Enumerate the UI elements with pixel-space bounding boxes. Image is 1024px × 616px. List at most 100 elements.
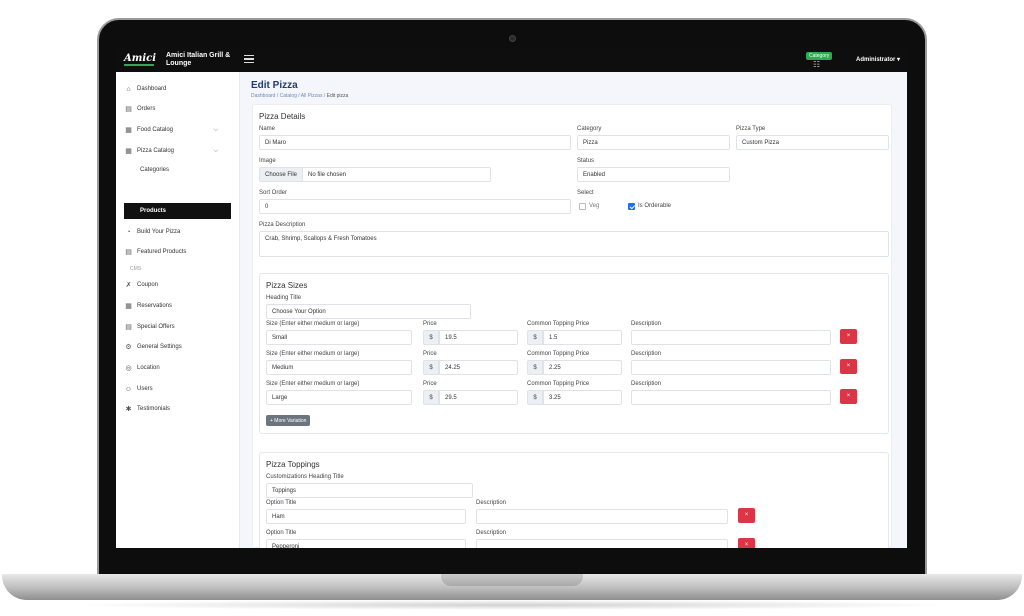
price-input-small[interactable]: 19.5 [439,330,518,345]
grid-icon: ▦ [125,148,132,155]
topping-price-label: Common Topping Price [527,351,590,357]
price-input-large[interactable]: 29.5 [439,390,518,405]
sidebar-item-coupon[interactable]: ✗ Coupon [124,278,158,292]
top-bar: Amici Amici Italian Grill & Lounge Categ… [116,48,907,72]
size-description-input-large[interactable] [631,390,831,405]
sidebar-item-featured-products[interactable]: ▤ Featured Products [124,245,186,259]
option-title-input-pepperoni[interactable]: Pepperoni [266,539,466,548]
orderable-checkbox[interactable] [628,203,635,210]
sidebar-item-users[interactable]: ☺ Users [124,382,153,396]
user-menu[interactable]: Administrator ▾ [856,56,900,63]
brand-name: Amici Italian Grill & Lounge [166,52,231,67]
size-input-large[interactable]: Large [266,390,412,405]
sidebar-item-location[interactable]: ◎ Location [124,361,159,375]
section-title-sizes: Pizza Sizes [266,281,308,290]
price-currency: $ [423,390,439,405]
sidebar: ⌂ Dashboard ▤ Orders ▦ Food Catalog ⌵ ▦ Pizza… [116,72,240,548]
size-label: Size (Enter either medium or large) [266,321,360,327]
pizza-icon: ◔ [126,228,131,236]
breadcrumb-current: Edit pizza [326,93,349,99]
user-icon: ☺ [124,385,133,393]
option-title-label: Option Title [266,500,297,506]
list-icon: ▤ [125,249,132,256]
status-label: Status [577,158,595,164]
sidebar-item-dashboard[interactable]: ⌂ Dashboard [124,82,166,96]
price-input-medium[interactable]: 24.25 [439,360,518,375]
sidebar-item-build-your-pizza[interactable]: ◔ Build Your Pizza [124,225,180,239]
location-icon: ◎ [125,365,132,372]
customizations-heading-input[interactable]: Toppings [266,483,473,498]
description-label: Pizza Description [259,222,306,228]
topping-description-label: Description [476,530,507,536]
grid-icon: ▦ [125,127,132,134]
section-title-details: Pizza Details [259,112,306,121]
sidebar-item-reservations[interactable]: ▦ Reservations [124,299,172,313]
sidebar-item-general-settings[interactable]: ⚙ General Settings [124,340,181,354]
topping-description-label: Description [476,500,507,506]
status-select[interactable]: Enabled [577,167,730,182]
topping-currency: $ [527,390,543,405]
topping-description-input-ham[interactable] [476,509,728,524]
topping-price-label: Common Topping Price [527,321,590,327]
sort-order-label: Sort Order [259,190,288,196]
sidebar-item-special-offers[interactable]: ▤ Special Offers [124,320,174,334]
size-label: Size (Enter either medium or large) [266,381,360,387]
size-input-small[interactable]: Small [266,330,412,345]
scissors-icon: ✗ [125,282,132,289]
name-input[interactable]: Di Maro [259,135,571,150]
pizza-type-select[interactable]: Custom Pizza [736,135,889,150]
category-badge[interactable]: Category [806,52,833,60]
select-label: Select [577,190,594,196]
breadcrumb-dashboard[interactable]: Dashboard [251,93,275,99]
heading-title-input[interactable]: Choose Your Option [266,304,471,319]
sidebar-subitem-categories[interactable]: Categories [140,167,169,173]
option-title-input-ham[interactable]: Ham [266,509,466,524]
section-title-toppings: Pizza Toppings [266,460,320,469]
brand-logo[interactable]: Amici [124,53,156,64]
pizza-toppings-section: Pizza Toppings Customizations Heading Ti… [259,452,889,548]
price-currency: $ [423,360,439,375]
gear-icon: ⚙ [125,344,132,351]
sidebar-subitem-products[interactable]: Products [124,203,231,219]
page-title: Edit Pizza [251,80,298,91]
breadcrumb-all-pizzas[interactable]: All Pizzas [301,93,323,99]
breadcrumb-catalog[interactable]: Catalog [280,93,297,99]
customizations-heading-label: Customizations Heading Title [266,474,344,480]
heading-title-label: Heading Title [266,295,302,301]
sidebar-item-pizza-catalog[interactable]: ▦ Pizza Catalog ⌵ [124,144,232,158]
delete-topping-button[interactable]: × [738,508,755,523]
price-label: Price [423,321,437,327]
delete-size-button[interactable]: × [840,389,857,404]
sidebar-item-food-catalog[interactable]: ▦ Food Catalog ⌵ [124,123,232,137]
topping-description-input-pepperoni[interactable] [476,539,728,548]
sort-order-input[interactable]: 0 [259,199,571,214]
star-icon: ✱ [125,406,132,413]
option-title-label: Option Title [266,530,297,536]
pizza-form-card: Pizza Details Name Di Maro Category Pizz… [252,104,892,548]
delete-size-button[interactable]: × [840,329,857,344]
sidebar-item-testimonials[interactable]: ✱ Testimonials [124,402,170,416]
file-name-field[interactable]: No file chosen [302,167,491,182]
sidebar-item-orders[interactable]: ▤ Orders [124,102,155,116]
hamburger-menu-icon[interactable] [244,55,254,63]
category-select[interactable]: Pizza [577,135,730,150]
description-textarea[interactable]: Crab, Shrimp, Scallops & Fresh Tomatoes [259,231,889,257]
veg-checkbox[interactable] [579,203,586,210]
list-icon: ▤ [125,106,132,113]
size-input-medium[interactable]: Medium [266,360,412,375]
price-label: Price [423,381,437,387]
choose-file-button[interactable]: Choose File [259,167,303,182]
delete-topping-button[interactable]: × [738,538,755,548]
size-description-input-small[interactable] [631,330,831,345]
delete-size-button[interactable]: × [840,359,857,374]
size-description-label: Description [631,321,662,327]
sitemap-icon[interactable]: ☷ [813,60,820,69]
topping-price-input-large[interactable]: 3.25 [543,390,622,405]
laptop-shadow [60,600,964,610]
topping-price-input-medium[interactable]: 2.25 [543,360,622,375]
size-description-input-medium[interactable] [631,360,831,375]
app-screen: Amici Amici Italian Grill & Lounge Categ… [116,48,907,548]
more-variation-button[interactable]: + More Variation [266,415,311,426]
topping-currency: $ [527,360,543,375]
topping-price-input-small[interactable]: 1.5 [543,330,622,345]
